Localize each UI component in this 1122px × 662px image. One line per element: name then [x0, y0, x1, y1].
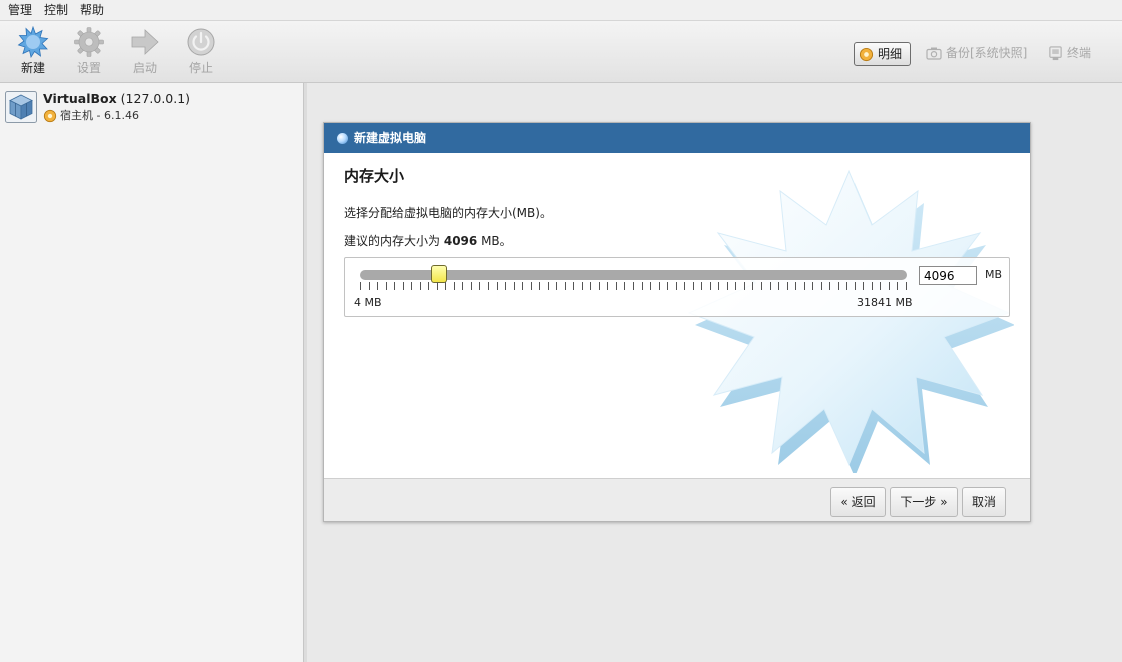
- arrow-right-icon: [131, 29, 159, 55]
- new-vm-wizard-dialog: 新建虚拟电脑 内存大小 选择分配给虚拟电脑的内存大小(MB)。 建议的内存大小为…: [323, 122, 1031, 522]
- page-heading: 内存大小: [344, 167, 405, 185]
- new-label: 新建: [20, 61, 45, 75]
- settings-label: 设置: [76, 61, 101, 75]
- stop-button[interactable]: 停止: [176, 26, 226, 76]
- vm-list-pane: VirtualBox (127.0.0.1) 宿主机 - 6.1.46: [0, 83, 304, 662]
- wizard-starburst-decoration: [687, 169, 1014, 473]
- logs-button[interactable]: 终端: [1044, 42, 1095, 64]
- memory-size-input[interactable]: [919, 266, 977, 285]
- dialog-title-bar: 新建虚拟电脑: [324, 123, 1030, 153]
- virtualbox-logo-icon: [5, 91, 37, 123]
- menu-manage[interactable]: 管理: [0, 0, 38, 18]
- host-info-text: 宿主机 - 6.1.46: [60, 109, 139, 122]
- power-icon: [187, 28, 215, 56]
- start-label: 启动: [132, 61, 157, 75]
- memory-unit-label: MB: [985, 268, 1003, 281]
- recommend-value: 4096: [443, 234, 478, 248]
- menu-bar: 管理 控制 帮助: [0, 0, 1122, 21]
- host-gear-icon: [43, 109, 57, 123]
- recommended-memory-text: 建议的内存大小为 4096 MB。: [344, 232, 512, 249]
- vm-name: VirtualBox (127.0.0.1): [43, 91, 190, 106]
- camera-icon: [926, 47, 942, 60]
- recommend-suffix: MB。: [481, 234, 512, 248]
- snapshots-button[interactable]: 备份[系统快照]: [922, 42, 1031, 64]
- gear-icon: [74, 27, 104, 57]
- new-starburst-icon: [17, 26, 49, 58]
- logs-label: 终端: [1067, 46, 1092, 60]
- slider-max-label: 31841 MB: [857, 296, 913, 309]
- main-toolbar: 新建 设置 启动 停止 明细 备份[系统快照] 终端: [0, 21, 1122, 83]
- page-description: 选择分配给虚拟电脑的内存大小(MB)。: [344, 206, 552, 220]
- vm-name-text: VirtualBox: [43, 91, 117, 106]
- details-gear-icon: [859, 47, 874, 62]
- vm-host-info: 宿主机 - 6.1.46: [43, 107, 139, 123]
- settings-button[interactable]: 设置: [64, 26, 114, 76]
- vm-list-item[interactable]: VirtualBox (127.0.0.1) 宿主机 - 6.1.46: [5, 90, 297, 126]
- memory-slider-group: 4 MB 31841 MB MB: [344, 257, 1010, 317]
- memory-slider-thumb[interactable]: [431, 265, 448, 283]
- vm-address: (127.0.0.1): [120, 91, 191, 106]
- cancel-button[interactable]: 取消: [962, 487, 1006, 517]
- dialog-title-bullet-icon: [337, 133, 348, 144]
- start-button[interactable]: 启动: [120, 26, 170, 76]
- back-button[interactable]: « 返回: [830, 487, 886, 517]
- snapshots-label: 备份[系统快照]: [946, 46, 1028, 60]
- slider-min-label: 4 MB: [354, 296, 382, 309]
- menu-control[interactable]: 控制: [38, 0, 74, 18]
- dialog-title: 新建虚拟电脑: [354, 131, 427, 145]
- stop-label: 停止: [188, 61, 213, 75]
- memory-slider-ticks: [360, 282, 907, 290]
- terminal-icon: [1049, 46, 1062, 61]
- dialog-button-bar: « 返回 下一步 » 取消: [324, 478, 1030, 521]
- recommend-prefix: 建议的内存大小为: [344, 234, 441, 248]
- next-button[interactable]: 下一步 »: [890, 487, 958, 517]
- details-button[interactable]: 明细: [854, 42, 912, 66]
- menu-help[interactable]: 帮助: [74, 0, 110, 18]
- details-label: 明细: [878, 47, 903, 61]
- new-button[interactable]: 新建: [8, 26, 58, 76]
